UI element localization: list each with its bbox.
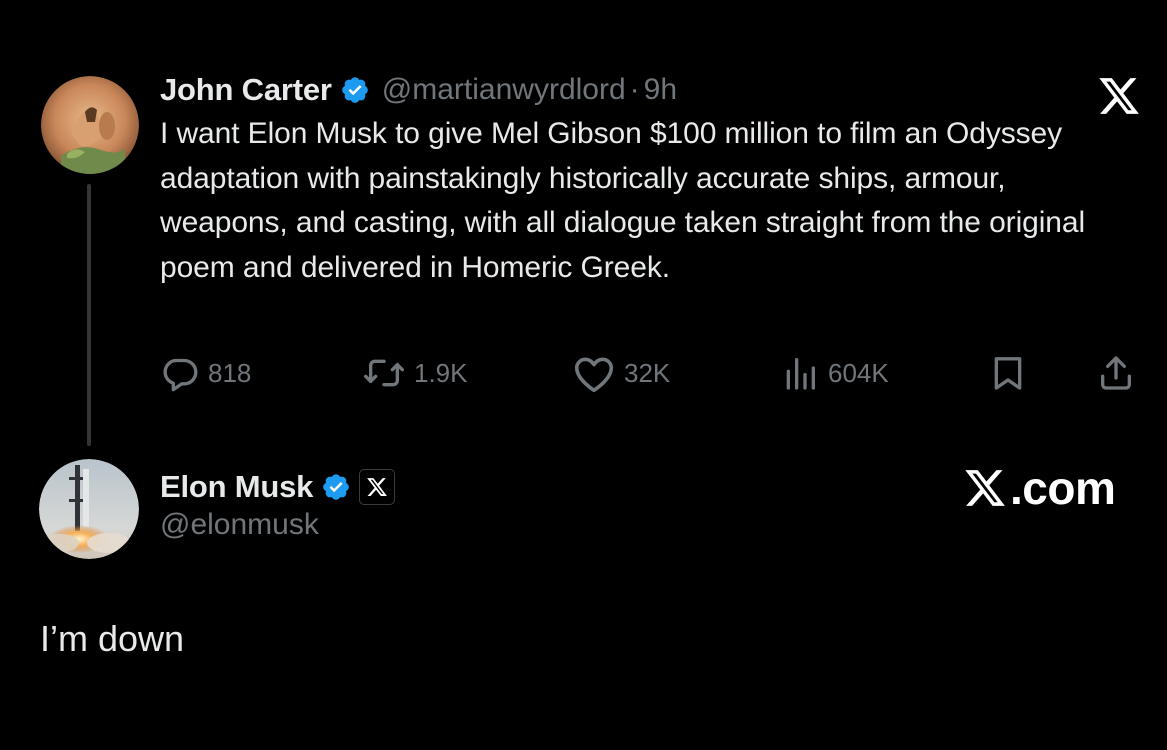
repost-count: 1.9K [414,357,468,388]
author-display-name[interactable]: John Carter [160,72,332,108]
x-com-watermark: .com [962,462,1116,514]
affiliate-x-badge-icon[interactable] [359,469,396,505]
avatar-john-carter[interactable] [41,76,139,174]
reply-header: Elon Musk [160,466,396,508]
x-logo-icon [965,470,1005,506]
thread-connector-line [87,184,91,446]
reply-author-display-name[interactable]: Elon Musk [160,469,313,505]
like-count: 32K [624,357,671,388]
views-button[interactable]: 604K [780,352,889,394]
heart-icon [572,353,616,393]
like-button[interactable]: 32K [572,352,670,394]
avatar-elon-musk[interactable] [39,459,139,559]
reply-author-handle[interactable]: @elonmusk [160,508,319,542]
repost-button[interactable]: 1.9K [362,352,468,394]
reply-text: I’m down [40,618,185,659]
bookmark-icon [988,353,1028,393]
tweet-timestamp[interactable]: 9h [644,73,677,107]
watermark-domain-suffix: .com [1010,462,1116,514]
speech-bubble-icon [160,353,200,393]
verified-badge-icon [340,75,370,105]
meta-separator: · [629,73,640,106]
share-upload-icon [1096,353,1136,393]
bookmark-button[interactable] [988,352,1028,394]
repost-arrows-icon [362,353,406,393]
tweet-header: John Carter @martianwyrdlord · 9h [160,68,677,112]
tweet-text: I want Elon Musk to give Mel Gibson $100… [160,117,1086,284]
reply-count: 818 [208,357,252,388]
author-handle[interactable]: @martianwyrdlord [382,73,626,107]
verified-badge-icon [321,472,351,502]
bar-chart-icon [780,353,820,393]
view-count: 604K [828,357,889,388]
reply-button[interactable]: 818 [160,352,251,394]
share-button[interactable] [1096,352,1136,394]
